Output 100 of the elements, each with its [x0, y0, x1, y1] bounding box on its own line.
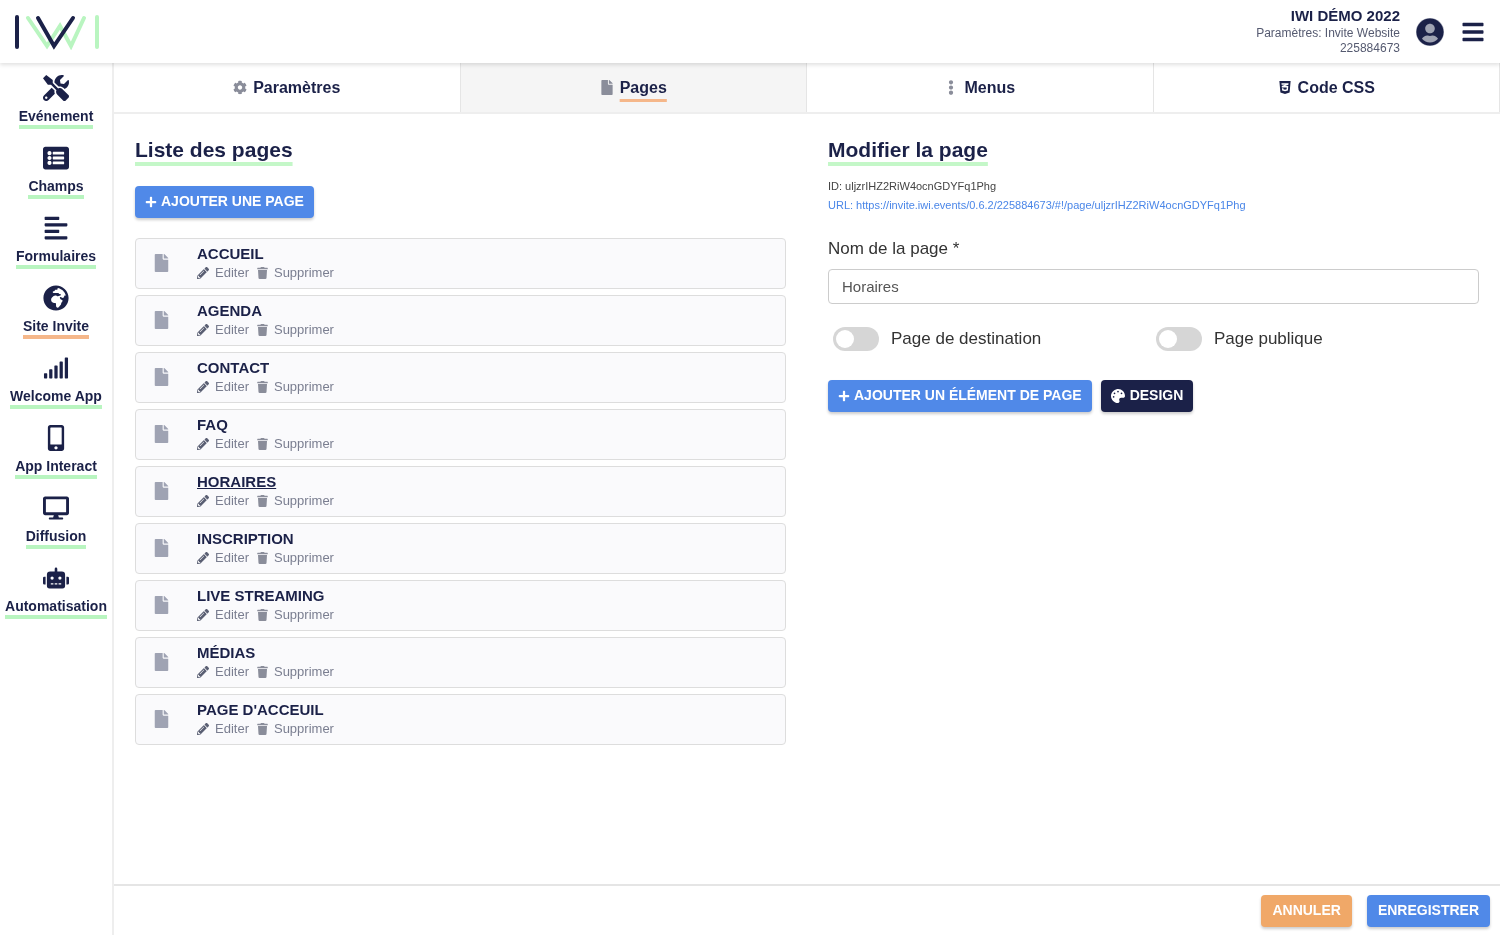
delete-link[interactable]: Supprimer — [256, 262, 334, 283]
page-id: ID: uljzrIHZ2RiW4ocnGDYFq1Phg — [828, 178, 998, 194]
edit-link[interactable]: Editer — [197, 490, 249, 511]
edit-link[interactable]: Editer — [197, 433, 249, 454]
css-shield-icon — [1277, 80, 1292, 95]
delete-link[interactable]: Supprimer — [256, 604, 334, 625]
page-card[interactable]: CONTACT Editer Supprimer — [135, 351, 786, 403]
document-icon — [154, 710, 169, 728]
page-name[interactable]: HORAIRES — [197, 471, 334, 491]
globe-icon — [43, 285, 69, 311]
gear-icon — [233, 80, 248, 95]
page-name[interactable]: ACCUEIL — [197, 243, 334, 263]
tools-icon — [43, 75, 69, 101]
sidebar-item[interactable]: Automatisation — [5, 597, 107, 619]
pencil-icon — [197, 266, 209, 279]
page-name[interactable]: INSCRIPTION — [197, 528, 334, 548]
document-icon — [154, 653, 169, 671]
pencil-icon — [197, 380, 209, 393]
page-card[interactable]: HORAIRES Editer Supprimer — [135, 465, 786, 517]
event-subtitle: Paramètres: Invite Website — [1256, 25, 1400, 41]
edit-link[interactable]: Editer — [197, 604, 249, 625]
sidebar-item[interactable]: Diffusion — [25, 527, 87, 549]
list-icon — [43, 145, 69, 171]
document-icon — [154, 311, 169, 329]
pencil-icon — [197, 722, 209, 735]
edit-link[interactable]: Editer — [197, 661, 249, 682]
monitor-icon — [43, 495, 69, 521]
plus-icon — [145, 195, 157, 208]
delete-link[interactable]: Supprimer — [256, 661, 334, 682]
page-card[interactable]: FAQ Editer Supprimer — [135, 408, 786, 460]
palette-icon — [1110, 388, 1125, 403]
toggle-label: Page publique — [1214, 328, 1323, 350]
trash-icon — [256, 380, 268, 393]
document-icon — [154, 425, 169, 443]
pencil-icon — [197, 551, 209, 564]
edit-link[interactable]: Editer — [197, 319, 249, 340]
page-name[interactable]: LIVE STREAMING — [197, 585, 334, 605]
sidebar-item[interactable]: App Interact — [15, 457, 97, 479]
delete-link[interactable]: Supprimer — [256, 490, 334, 511]
trash-icon — [256, 323, 268, 336]
section-title: Modifier la page — [828, 137, 988, 163]
tab[interactable]: Pages — [460, 63, 807, 112]
pencil-icon — [197, 608, 209, 621]
section-title: Liste des pages — [135, 137, 293, 163]
edit-link[interactable]: Editer — [197, 262, 249, 283]
pencil-icon — [197, 665, 209, 678]
delete-link[interactable]: Supprimer — [256, 376, 334, 397]
page-card[interactable]: AGENDA Editer Supprimer — [135, 294, 786, 346]
event-title: IWI DÉMO 2022 — [1290, 7, 1400, 26]
toggle-switch[interactable] — [833, 326, 879, 351]
pencil-icon — [197, 437, 209, 450]
page-name[interactable]: MÉDIAS — [197, 642, 334, 662]
page-name-field[interactable]: Horaires — [828, 269, 1479, 304]
sidebar-item[interactable]: Site Invite — [22, 317, 90, 339]
delete-link[interactable]: Supprimer — [256, 319, 334, 340]
delete-link[interactable]: Supprimer — [256, 547, 334, 568]
form-icon — [43, 215, 69, 241]
page-name[interactable]: PAGE D'ACCEUIL — [197, 699, 334, 719]
trash-icon — [256, 608, 268, 621]
document-icon — [154, 482, 169, 500]
trash-icon — [256, 437, 268, 450]
user-avatar-icon[interactable] — [1416, 17, 1444, 46]
document-icon — [154, 368, 169, 386]
robot-icon — [43, 565, 69, 591]
pencil-icon — [197, 323, 209, 336]
toggle-switch[interactable] — [1156, 326, 1202, 351]
page-card[interactable]: MÉDIAS Editer Supprimer — [135, 636, 786, 688]
trash-icon — [256, 722, 268, 735]
document-icon — [154, 596, 169, 614]
toggle-label: Page de destination — [891, 328, 1042, 350]
trash-icon — [256, 266, 268, 279]
sidebar-item[interactable]: Welcome App — [10, 387, 102, 409]
sidebar-item[interactable]: Champs — [28, 177, 84, 199]
page-name[interactable]: FAQ — [197, 414, 334, 434]
field-label: Nom de la page * — [828, 237, 961, 260]
event-id: 225884673 — [1339, 40, 1400, 56]
page-card[interactable]: PAGE D'ACCEUIL Editer Supprimer — [135, 693, 786, 745]
page-card[interactable]: LIVE STREAMING Editer Supprimer — [135, 579, 786, 631]
edit-link[interactable]: Editer — [197, 718, 249, 739]
trash-icon — [256, 494, 268, 507]
sidebar-item[interactable]: Formulaires — [15, 247, 97, 269]
page-name[interactable]: CONTACT — [197, 357, 334, 377]
delete-link[interactable]: Supprimer — [256, 433, 334, 454]
delete-link[interactable]: Supprimer — [256, 718, 334, 739]
edit-link[interactable]: Editer — [197, 547, 249, 568]
logo-icon — [14, 13, 100, 50]
document-icon — [154, 539, 169, 557]
page-card[interactable]: ACCUEIL Editer Supprimer — [135, 237, 786, 289]
edit-link[interactable]: Editer — [197, 376, 249, 397]
sidebar-item[interactable]: Evénement — [18, 107, 94, 129]
document-icon — [154, 254, 169, 272]
pencil-icon — [197, 494, 209, 507]
page-url-link[interactable]: URL: https://invite.iwi.events/0.6.2/225884673/#!/page/uljzrIHZ2RiW4ocnGDYFq1Phg — [828, 197, 1479, 214]
trash-icon — [256, 551, 268, 564]
document-icon — [599, 80, 614, 95]
trash-icon — [256, 665, 268, 678]
plus-icon — [838, 389, 850, 402]
design-button[interactable]: DESIGN — [1100, 379, 1194, 412]
page-card[interactable]: INSCRIPTION Editer Supprimer — [135, 522, 786, 574]
page-name[interactable]: AGENDA — [197, 300, 334, 320]
